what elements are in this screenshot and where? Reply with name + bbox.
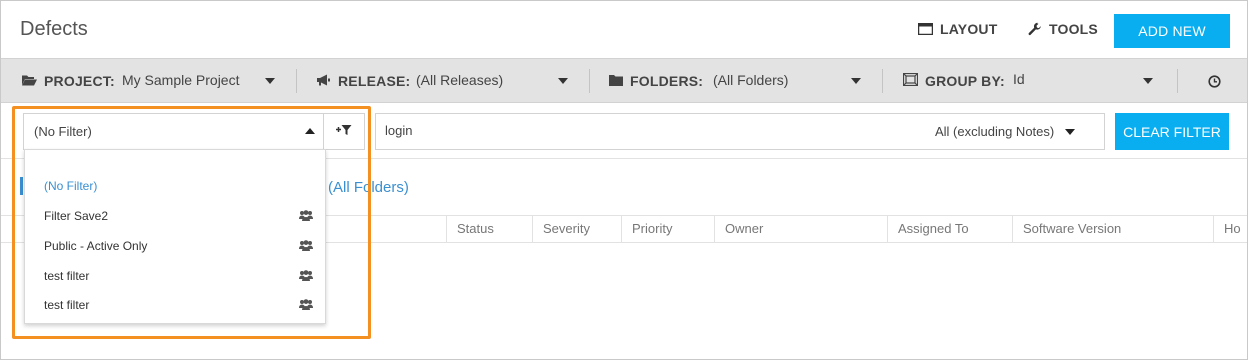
- add-filter-icon: [336, 123, 352, 141]
- groupby-value: Id: [1013, 71, 1025, 87]
- users-group-icon: [299, 210, 313, 224]
- group-by-selector[interactable]: GROUP BY: Id: [902, 59, 1159, 102]
- dropdown-item[interactable]: (No Filter): [25, 172, 325, 200]
- dropdown-item[interactable]: test filter: [25, 262, 325, 290]
- wrench-icon: [1028, 22, 1042, 36]
- release-selector[interactable]: RELEASE: (All Releases): [316, 59, 574, 102]
- chevron-down-icon: [1143, 78, 1153, 84]
- megaphone-icon: [316, 73, 331, 89]
- column-header-status[interactable]: Status: [446, 216, 532, 242]
- divider: [882, 69, 883, 93]
- page-title: Defects: [20, 18, 88, 40]
- folder-open-icon: [22, 73, 37, 89]
- groupby-label: GROUP BY:: [925, 72, 1005, 89]
- dropdown-item[interactable]: Public - Active Only: [25, 232, 325, 260]
- search-input[interactable]: [385, 123, 885, 138]
- search-field[interactable]: All (excluding Notes): [375, 113, 1105, 150]
- column-header-priority[interactable]: Priority: [621, 216, 714, 242]
- layout-icon: [918, 23, 933, 35]
- users-group-icon: [299, 270, 313, 284]
- dropdown-item-label: Filter Save2: [44, 209, 109, 223]
- folder-breadcrumb[interactable]: (All Folders): [328, 179, 409, 196]
- dropdown-item-label: (No Filter): [44, 179, 98, 193]
- clock-icon[interactable]: [1208, 75, 1221, 93]
- chevron-up-icon: [305, 128, 315, 134]
- saved-filter-value: (No Filter): [34, 124, 92, 139]
- dropdown-item-label: Public - Active Only: [44, 239, 148, 253]
- saved-filter-select[interactable]: (No Filter): [23, 113, 324, 150]
- breadcrumb-marker: [20, 177, 23, 195]
- tools-button[interactable]: TOOLS: [1028, 21, 1098, 37]
- add-new-button[interactable]: ADD NEW: [1114, 14, 1230, 48]
- users-group-icon: [299, 299, 313, 313]
- layout-button[interactable]: LAYOUT: [918, 21, 997, 37]
- dropdown-item-label: test filter: [44, 298, 90, 312]
- chevron-down-icon: [851, 78, 861, 84]
- app-window: Defects LAYOUT TOOLS ADD NEW PROJECT: My…: [0, 0, 1248, 360]
- column-header-ho[interactable]: Ho: [1213, 216, 1247, 242]
- group-by-icon: [902, 72, 919, 89]
- tools-label: TOOLS: [1049, 21, 1098, 37]
- column-header-owner[interactable]: Owner: [714, 216, 887, 242]
- folder-icon: [609, 73, 623, 89]
- chevron-down-icon[interactable]: [1065, 129, 1075, 135]
- folders-selector[interactable]: FOLDERS: (All Folders): [609, 59, 867, 102]
- add-filter-button[interactable]: [323, 113, 365, 150]
- column-header-software-version[interactable]: Software Version: [1012, 216, 1213, 242]
- column-header-severity[interactable]: Severity: [532, 216, 621, 242]
- dropdown-item[interactable]: test filter: [25, 291, 325, 319]
- context-toolbar: PROJECT: My Sample Project RELEASE: (All…: [1, 58, 1247, 103]
- page-header: Defects LAYOUT TOOLS ADD NEW: [1, 1, 1247, 58]
- users-group-icon: [299, 240, 313, 254]
- divider: [1177, 69, 1178, 93]
- project-value: My Sample Project: [122, 72, 240, 88]
- chevron-down-icon: [558, 78, 568, 84]
- saved-filter-dropdown: (No Filter) Filter Save2 Public - Active…: [24, 149, 326, 324]
- search-scope-select[interactable]: All (excluding Notes): [935, 124, 1054, 139]
- release-label: RELEASE:: [338, 72, 411, 89]
- chevron-down-icon: [265, 78, 275, 84]
- project-label: PROJECT:: [44, 72, 115, 89]
- clear-filter-button[interactable]: CLEAR FILTER: [1115, 113, 1229, 150]
- project-selector[interactable]: PROJECT: My Sample Project: [22, 59, 282, 102]
- folders-label: FOLDERS:: [630, 72, 704, 89]
- divider: [589, 69, 590, 93]
- folders-value: (All Folders): [713, 72, 789, 88]
- divider: [296, 69, 297, 93]
- dropdown-item-label: test filter: [44, 269, 90, 283]
- dropdown-item[interactable]: Filter Save2: [25, 202, 325, 230]
- release-value: (All Releases): [416, 72, 504, 88]
- column-header-assigned-to[interactable]: Assigned To: [887, 216, 1012, 242]
- layout-label: LAYOUT: [940, 21, 998, 37]
